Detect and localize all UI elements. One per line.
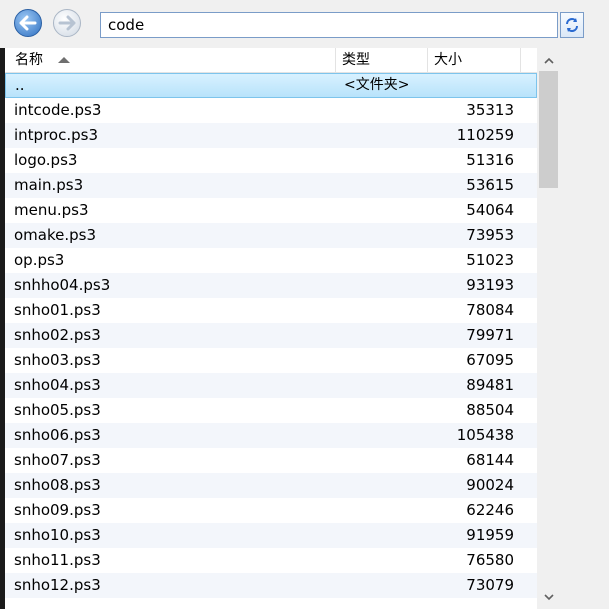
file-name: omake.ps3: [14, 226, 97, 244]
scrollbar-thumb[interactable]: [539, 71, 558, 188]
sort-ascending-icon: [58, 57, 70, 63]
column-header-size-label: 大小: [434, 52, 462, 68]
file-name: snho07.ps3: [14, 451, 101, 469]
file-name: snho02.ps3: [14, 326, 101, 344]
file-name: intcode.ps3: [14, 101, 102, 119]
file-size: 67095: [466, 351, 514, 369]
file-row[interactable]: snho08.ps3 90024: [5, 473, 537, 498]
file-row[interactable]: snhho04.ps3 93193: [5, 273, 537, 298]
file-name: snho06.ps3: [14, 426, 101, 444]
column-header: 名称 类型 大小: [5, 48, 537, 73]
scroll-up-button[interactable]: [537, 50, 560, 70]
vertical-scrollbar[interactable]: [537, 48, 560, 609]
column-header-type-label: 类型: [342, 52, 370, 68]
file-size: 89481: [466, 376, 514, 394]
file-name: snho04.ps3: [14, 376, 101, 394]
refresh-icon: [566, 18, 578, 32]
file-name: snho01.ps3: [14, 301, 101, 319]
scroll-down-button[interactable]: [537, 587, 560, 607]
file-size: 73079: [466, 576, 514, 594]
file-size: 105438: [456, 426, 514, 444]
file-name: snho08.ps3: [14, 476, 101, 494]
file-name: snho05.ps3: [14, 401, 101, 419]
file-size: 68144: [466, 451, 514, 469]
file-name: logo.ps3: [14, 151, 78, 169]
navigation-toolbar: code: [0, 0, 609, 48]
column-header-type[interactable]: 类型: [336, 48, 428, 72]
back-button[interactable]: [14, 9, 42, 37]
file-name: snhho04.ps3: [14, 276, 111, 294]
file-size: 93193: [466, 276, 514, 294]
scroll-up-icon: [543, 57, 554, 64]
file-size: 51316: [466, 151, 514, 169]
refresh-button[interactable]: [560, 12, 584, 38]
file-size: 90024: [466, 476, 514, 494]
file-list-panel: 名称 类型 大小 .. <文件夹> intcode.ps3 35313 intpr…: [5, 48, 560, 609]
forward-arrow-icon: [58, 15, 76, 31]
address-path: code: [108, 16, 145, 34]
file-row[interactable]: snho10.ps3 91959: [5, 523, 537, 548]
back-arrow-icon: [19, 15, 37, 31]
file-name: snho11.ps3: [14, 551, 101, 569]
scroll-down-icon: [543, 593, 554, 600]
file-size: 78084: [466, 301, 514, 319]
parent-folder-type: <文件夹>: [344, 77, 410, 93]
file-size: 79971: [466, 326, 514, 344]
file-size: 51023: [466, 251, 514, 269]
file-row[interactable]: op.ps3 51023: [5, 248, 537, 273]
column-header-size[interactable]: 大小: [428, 48, 521, 72]
window-background: [560, 48, 609, 609]
file-row[interactable]: snho03.ps3 67095: [5, 348, 537, 373]
file-size: 35313: [466, 101, 514, 119]
file-row[interactable]: menu.ps3 54064: [5, 198, 537, 223]
file-row[interactable]: snho04.ps3 89481: [5, 373, 537, 398]
file-row[interactable]: snho12.ps3 73079: [5, 573, 537, 598]
file-size: 73953: [466, 226, 514, 244]
file-size: 88504: [466, 401, 514, 419]
file-name: menu.ps3: [14, 201, 89, 219]
parent-folder-name: ..: [15, 76, 25, 94]
file-row[interactable]: main.ps3 53615: [5, 173, 537, 198]
file-size: 53615: [466, 176, 514, 194]
file-row[interactable]: snho11.ps3 76580: [5, 548, 537, 573]
address-bar[interactable]: code: [100, 12, 558, 38]
file-name: snho10.ps3: [14, 526, 101, 544]
file-size: 62246: [466, 501, 514, 519]
file-list: .. <文件夹> intcode.ps3 35313 intproc.ps3 110…: [5, 73, 537, 609]
file-size: 54064: [466, 201, 514, 219]
file-row[interactable]: snho01.ps3 78084: [5, 298, 537, 323]
file-name: main.ps3: [14, 176, 84, 194]
file-row[interactable]: snho09.ps3 62246: [5, 498, 537, 523]
forward-button[interactable]: [53, 9, 81, 37]
file-size: 110259: [456, 126, 514, 144]
file-row[interactable]: omake.ps3 73953: [5, 223, 537, 248]
file-name: op.ps3: [14, 251, 65, 269]
parent-folder-row[interactable]: .. <文件夹>: [5, 73, 537, 98]
file-name: intproc.ps3: [14, 126, 98, 144]
file-row[interactable]: intproc.ps3 110259: [5, 123, 537, 148]
file-row[interactable]: snho06.ps3 105438: [5, 423, 537, 448]
file-row[interactable]: snho02.ps3 79971: [5, 323, 537, 348]
column-header-name-label: 名称: [15, 52, 43, 68]
file-name: snho09.ps3: [14, 501, 101, 519]
file-row[interactable]: snho05.ps3 88504: [5, 398, 537, 423]
file-row[interactable]: snho07.ps3 68144: [5, 448, 537, 473]
file-row[interactable]: logo.ps3 51316: [5, 148, 537, 173]
file-name: snho03.ps3: [14, 351, 101, 369]
file-size: 91959: [466, 526, 514, 544]
file-row[interactable]: intcode.ps3 35313: [5, 98, 537, 123]
file-name: snho12.ps3: [14, 576, 101, 594]
file-size: 76580: [466, 551, 514, 569]
column-header-name[interactable]: 名称: [5, 48, 336, 72]
